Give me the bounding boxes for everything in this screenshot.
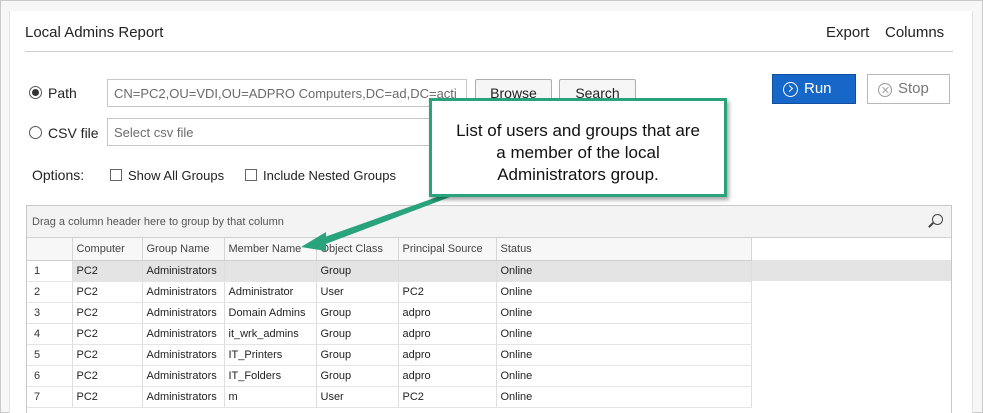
callout-line-3: Administrators group. [497,165,659,184]
callout-line-1: List of users and groups that are [456,121,700,140]
callout-box: List of users and groups that are a memb… [429,98,727,197]
window-frame: Local Admins Report Export Columns Path … [0,0,983,413]
callout-arrow [301,197,450,251]
callout-text: List of users and groups that are a memb… [438,120,718,186]
callout-line-2: a member of the local [496,143,660,162]
